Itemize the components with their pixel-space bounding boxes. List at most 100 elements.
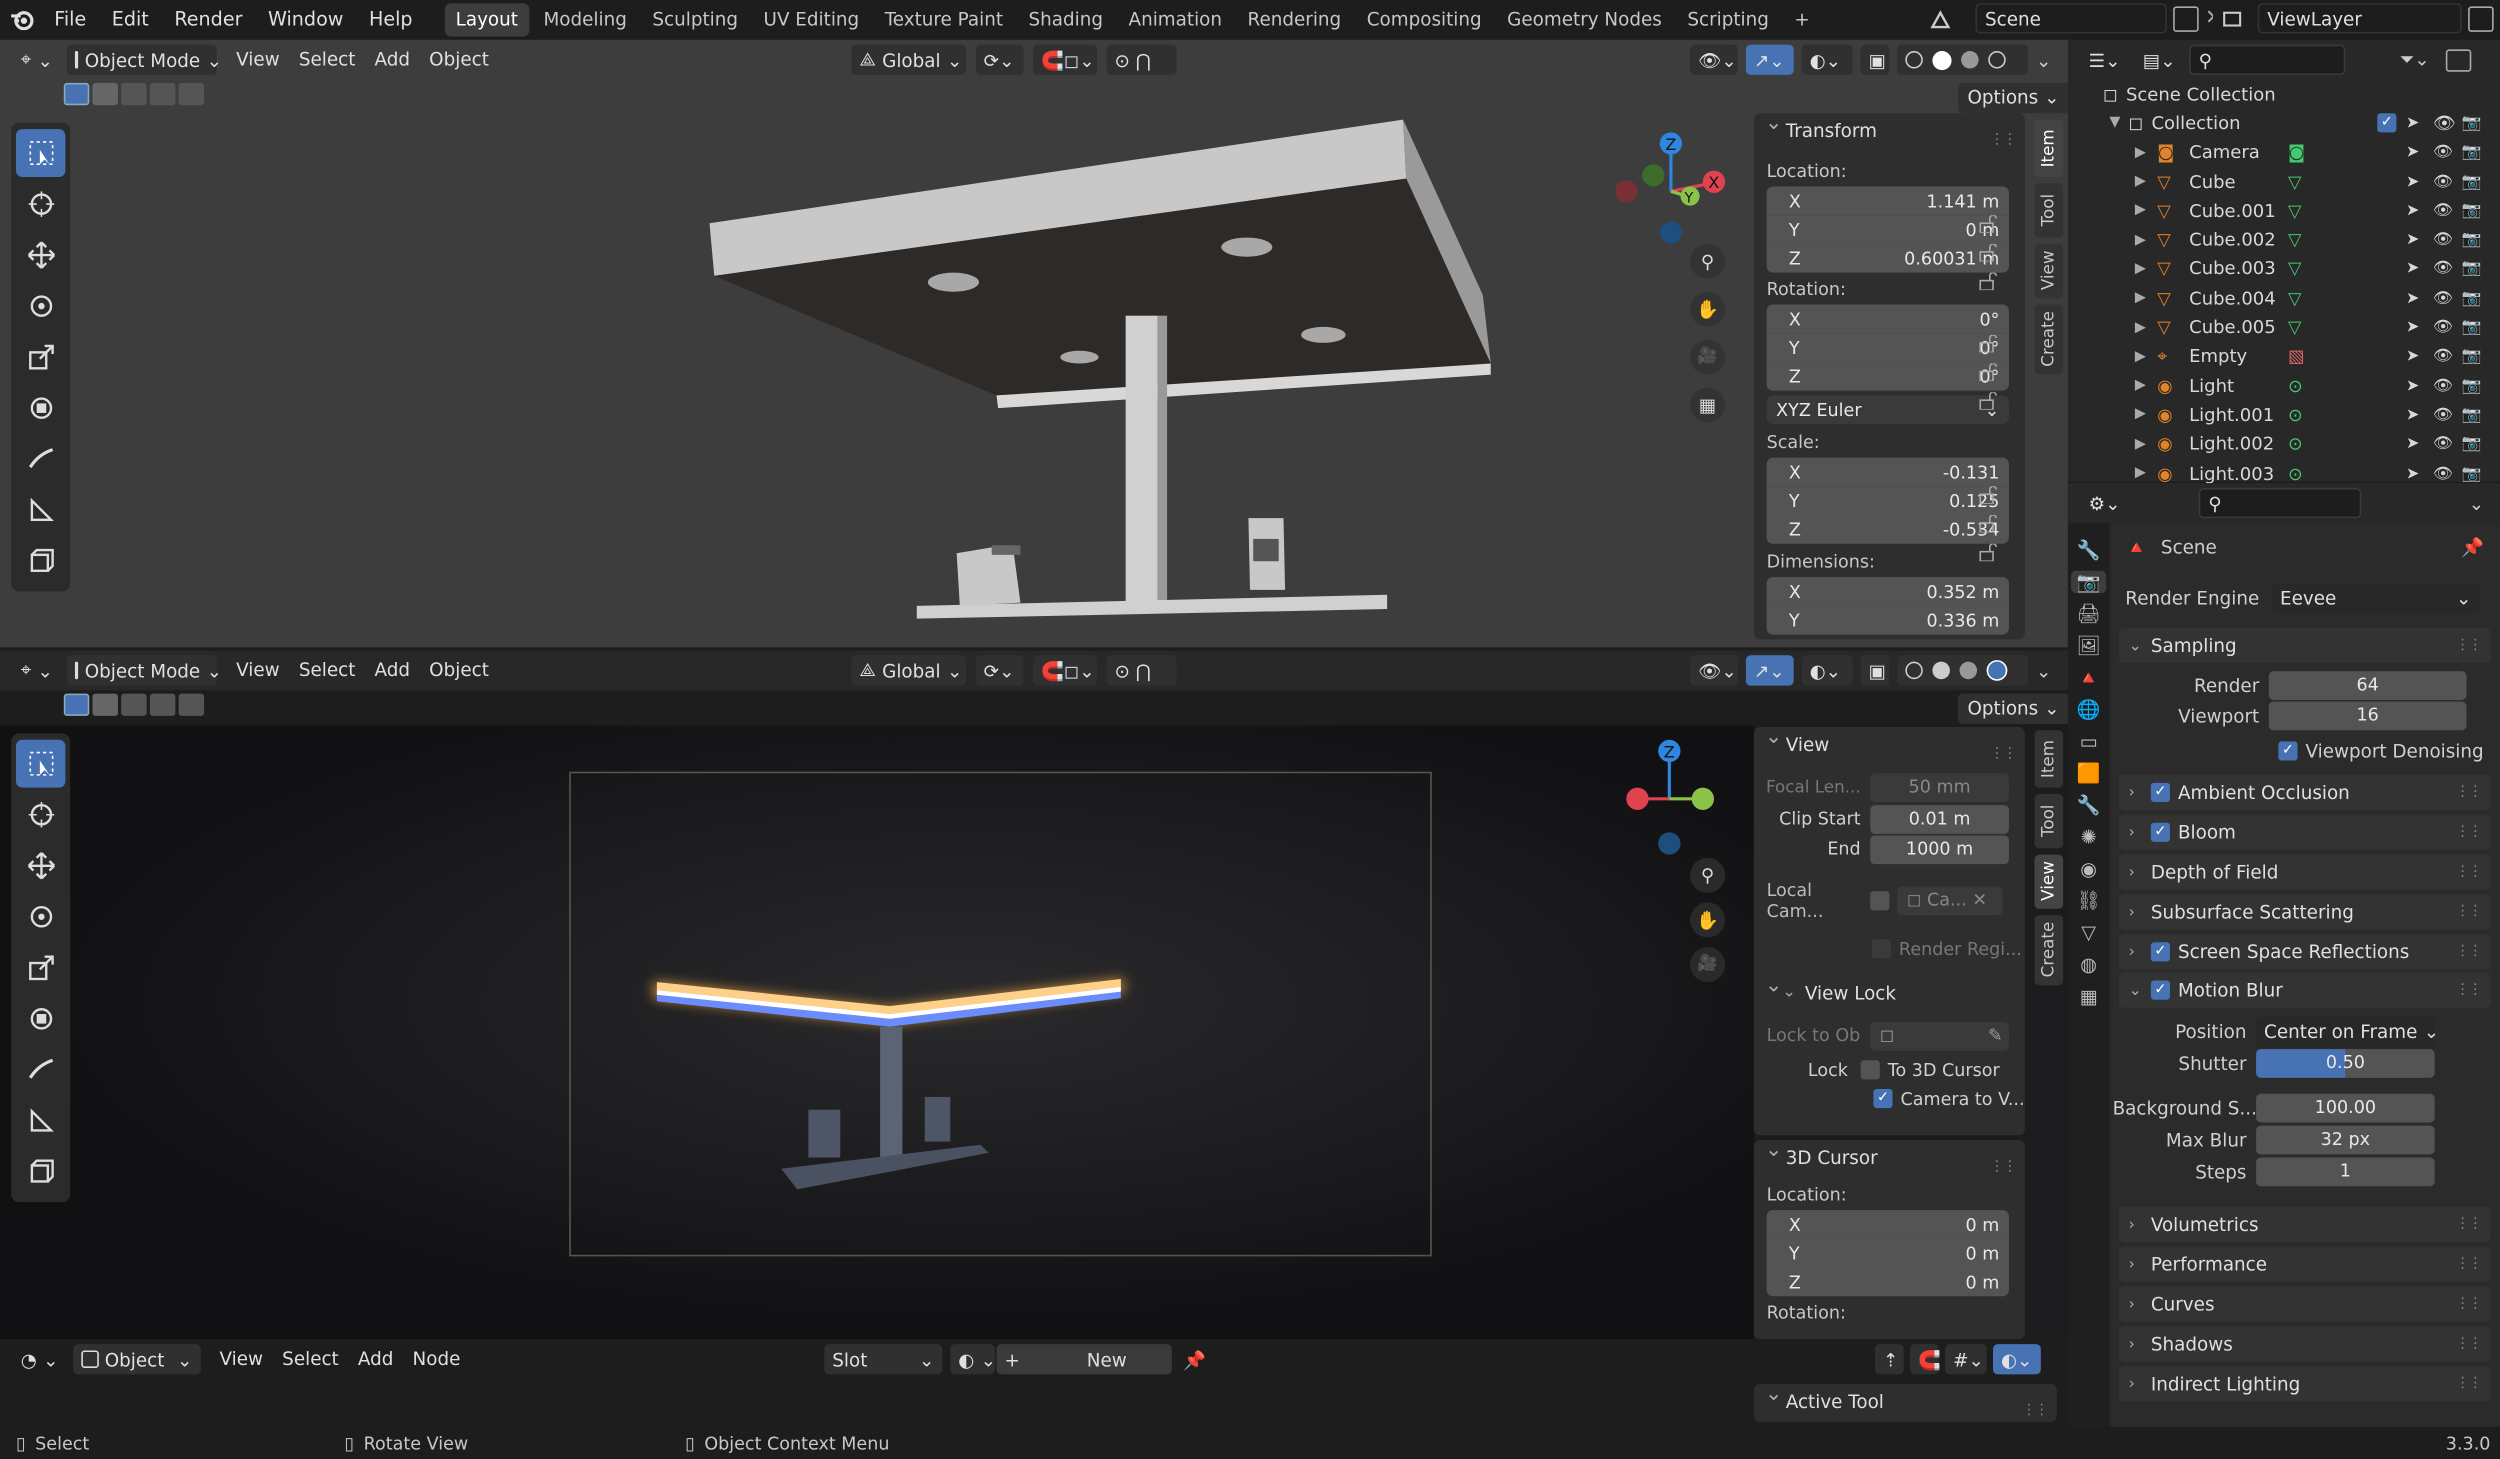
drag-handle-icon[interactable]: ⋮⋮: [2455, 944, 2482, 960]
node-menu-select[interactable]: Select: [273, 1344, 349, 1374]
mesh-data-icon[interactable]: ▽: [2288, 201, 2302, 222]
outliner-item[interactable]: ▶ ▽ Cube.001 ▽ ➤ 👁 📷: [2068, 196, 2500, 225]
eye-icon[interactable]: 👁: [2433, 231, 2453, 249]
select-arrow-icon[interactable]: ➤: [2406, 436, 2419, 454]
transform-panel-header[interactable]: Transform⋮⋮: [1754, 107, 2025, 148]
select-intersect-icon[interactable]: [178, 693, 205, 716]
camera-render-icon[interactable]: 📷: [2462, 261, 2482, 279]
xray-icon[interactable]: ▣: [1860, 44, 1890, 75]
select-arrow-icon[interactable]: ➤: [2406, 465, 2419, 483]
menu-edit[interactable]: Edit: [99, 0, 162, 40]
clip-start-field[interactable]: 0.01 m: [1870, 804, 2009, 834]
new-collection-icon[interactable]: [2445, 48, 2472, 71]
viewlayer-selector[interactable]: ViewLayer ✕: [2213, 3, 2500, 34]
expand-arrow-icon[interactable]: ▶: [2135, 261, 2157, 277]
select-arrow-icon[interactable]: ➤: [2406, 115, 2419, 133]
drag-handle-icon[interactable]: ⋮⋮: [2455, 784, 2482, 800]
select-arrow-icon[interactable]: ➤: [2406, 319, 2419, 337]
viewport-denoising-checkbox[interactable]: ✓: [2278, 741, 2298, 761]
xray-icon[interactable]: ▣: [1860, 655, 1890, 686]
panel-header-volumetrics[interactable]: › Volumetrics ⋮⋮: [2118, 1206, 2491, 1243]
mb-position-dropdown[interactable]: Center on Frame ⌄: [2256, 1016, 2439, 1047]
rotate-tool-icon[interactable]: [16, 282, 65, 330]
expand-arrow-icon[interactable]: ▶: [2135, 232, 2157, 248]
outliner-item[interactable]: ▶ ▽ Cube.004 ▽ ➤ 👁 📷: [2068, 284, 2500, 313]
clip-end-field[interactable]: 1000 m: [1870, 834, 2009, 864]
drag-handle-icon[interactable]: ⋮⋮: [2455, 1217, 2482, 1233]
panel-header-shadows[interactable]: › Shadows ⋮⋮: [2118, 1326, 2491, 1362]
mb-steps-field[interactable]: 1: [2256, 1157, 2435, 1187]
viewport-menu-add[interactable]: Add: [365, 655, 420, 685]
constraints-tab-icon[interactable]: ⛓: [2077, 890, 2101, 912]
pan-hand-icon[interactable]: ✋: [1690, 902, 1726, 938]
expand-arrow-icon[interactable]: ▶: [2135, 174, 2157, 190]
rendered-shading-icon[interactable]: [1986, 660, 2008, 681]
viewport-bottom[interactable]: ⌖ ⌄ Object Mode ⌄ View Select Add Object ⟁ Glo…: [0, 650, 2070, 1340]
cursor-tool-icon[interactable]: [16, 180, 65, 228]
workspace-tab-texture-paint[interactable]: Texture Paint: [874, 3, 1015, 36]
viewlayer-icon[interactable]: [2213, 3, 2252, 34]
panel-header-indirect-lighting[interactable]: › Indirect Lighting ⋮⋮: [2118, 1366, 2491, 1402]
menu-render[interactable]: Render: [162, 0, 256, 40]
camera-render-icon[interactable]: 📷: [2462, 144, 2482, 162]
mesh-data-icon[interactable]: ▽: [2288, 171, 2302, 192]
scene-collection-row[interactable]: ◻ Scene Collection: [2068, 80, 2500, 109]
cursor-tool-icon[interactable]: [16, 791, 65, 839]
workspace-tab-sculpting[interactable]: Sculpting: [641, 3, 749, 36]
camera-render-icon[interactable]: 📷: [2462, 319, 2482, 337]
mode-selector[interactable]: Object Mode ⌄: [67, 655, 222, 686]
mesh-data-icon[interactable]: ▽: [2288, 317, 2302, 338]
transform-tool-icon[interactable]: [16, 384, 65, 432]
transform-tool-icon[interactable]: [16, 995, 65, 1043]
scene-selector[interactable]: Scene ✕: [1921, 3, 2227, 34]
expand-arrow-icon[interactable]: ▶: [2135, 378, 2157, 394]
expand-arrow-icon[interactable]: ▶: [2135, 203, 2157, 219]
rotation-y-field[interactable]: Y 0°: [1766, 333, 2009, 362]
annotate-tool-icon[interactable]: [16, 435, 65, 483]
measure-tool-icon[interactable]: [16, 486, 65, 534]
shading-mode-icons[interactable]: [1897, 655, 2029, 686]
object-tab-icon[interactable]: 🟧: [2077, 762, 2101, 784]
outliner-item[interactable]: ▶ ▽ Cube.003 ▽ ➤ 👁 📷: [2068, 255, 2500, 284]
material-shading-icon[interactable]: [1959, 661, 1978, 680]
light-data-icon[interactable]: ⊙: [2288, 405, 2303, 426]
expand-arrow-icon[interactable]: ▶: [2135, 466, 2157, 482]
copy-scene-icon[interactable]: [2173, 5, 2199, 32]
viewport-menu-view[interactable]: View: [227, 655, 290, 685]
expand-arrow-icon[interactable]: ▶: [2135, 407, 2157, 423]
gizmo-toggle-icon[interactable]: ↗⌄: [1745, 655, 1794, 686]
panel-header-subsurface-scattering[interactable]: › Subsurface Scattering ⋮⋮: [2118, 894, 2491, 930]
cursor-panel-header[interactable]: 3D Cursor⋮⋮: [1754, 1134, 2025, 1175]
workspace-tab-shading[interactable]: Shading: [1017, 3, 1114, 36]
annotate-tool-icon[interactable]: [16, 1046, 65, 1094]
local-camera-checkbox[interactable]: [1870, 890, 1890, 910]
zoom-icon[interactable]: ⚲: [1690, 243, 1726, 280]
workspace-tab-layout[interactable]: Layout: [444, 3, 530, 37]
drag-handle-icon[interactable]: ⋮⋮: [2455, 1256, 2482, 1272]
camera-render-icon[interactable]: 📷: [2462, 377, 2482, 395]
node-menu-add[interactable]: Add: [348, 1344, 403, 1374]
camera-view-icon[interactable]: 🎥: [1690, 947, 1726, 983]
wireframe-shading-icon[interactable]: [1905, 51, 1923, 69]
scene-icon[interactable]: [1921, 3, 1970, 34]
cursor-location-y-field[interactable]: Y 0 m: [1766, 1238, 2009, 1268]
material-tab-icon[interactable]: ◍: [2080, 953, 2097, 975]
panel-header-curves[interactable]: › Curves ⋮⋮: [2118, 1286, 2491, 1322]
select-box-tool-icon[interactable]: [15, 739, 66, 788]
chevron-down-icon[interactable]: ⌄: [2469, 492, 2484, 514]
perspective-grid-icon[interactable]: ▦: [1690, 387, 1726, 423]
options-button[interactable]: Options ⌄: [1957, 82, 2070, 114]
select-arrow-icon[interactable]: ➤: [2406, 348, 2419, 366]
select-intersect-icon[interactable]: [178, 82, 205, 106]
proportional-edit-icon[interactable]: ⊙ ⋂: [1106, 44, 1177, 75]
location-y-field[interactable]: Y0 m: [1766, 215, 2009, 244]
panel-header-bloom[interactable]: › ✓ Bloom ⋮⋮: [2118, 814, 2491, 850]
select-arrow-icon[interactable]: ➤: [2406, 406, 2419, 424]
expand-arrow-icon[interactable]: ▼: [2109, 115, 2128, 131]
npanel-tab-item[interactable]: Item: [2034, 730, 2064, 788]
rotation-z-field[interactable]: Z 0°: [1766, 361, 2009, 391]
motion-blur-panel-header[interactable]: ⌄ ✓ Motion Blur ⋮⋮: [2118, 972, 2491, 1008]
tool-tab-icon[interactable]: 🔧: [2077, 539, 2101, 561]
panel-checkbox[interactable]: ✓: [2150, 942, 2170, 962]
expand-arrow-icon[interactable]: ▶: [2135, 291, 2157, 307]
